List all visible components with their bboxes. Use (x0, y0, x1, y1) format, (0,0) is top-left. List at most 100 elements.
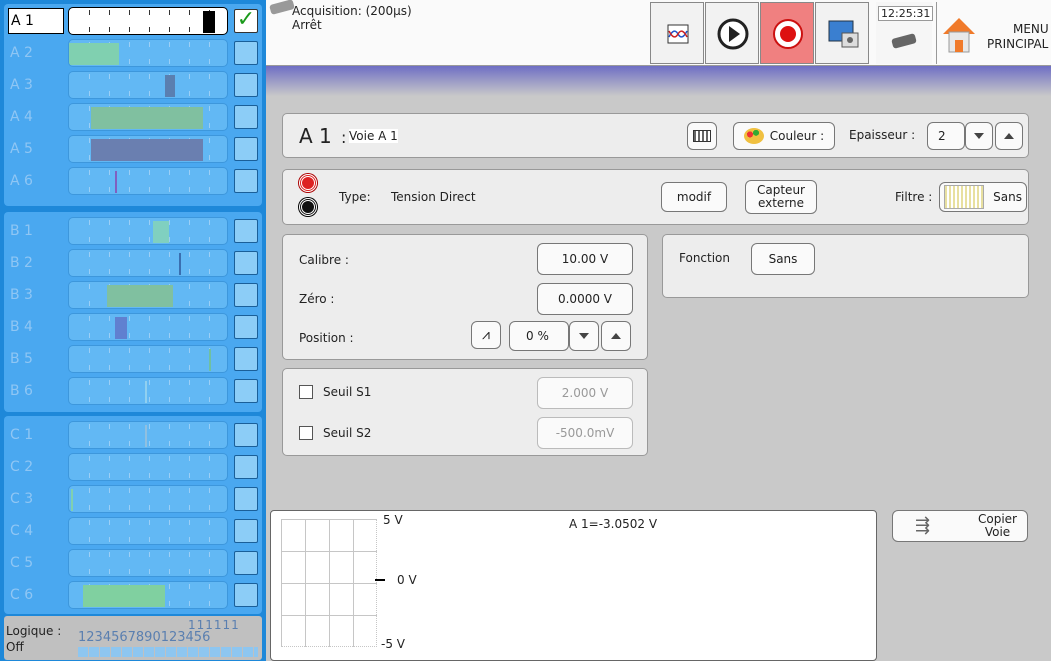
external-sensor-button[interactable]: Capteur externe (745, 180, 817, 214)
trace-tick (189, 601, 190, 606)
channel-row-a1[interactable]: A 1 ✓ (6, 6, 260, 36)
channel-enable-checkbox[interactable] (234, 519, 258, 543)
calibre-field[interactable]: 10.00 V (537, 243, 633, 275)
channel-enable-checkbox[interactable] (234, 455, 258, 479)
channel-trace-bar[interactable] (68, 103, 228, 131)
channel-enable-checkbox[interactable] (234, 105, 258, 129)
channel-row-a2[interactable]: A 2 (6, 38, 260, 68)
channel-trace-bar[interactable] (68, 249, 228, 277)
channel-label: A 2 (10, 45, 33, 61)
keyboard-button[interactable] (687, 122, 717, 150)
channel-enable-checkbox[interactable] (234, 251, 258, 275)
threshold-s1-checkbox[interactable] (299, 385, 313, 399)
color-button[interactable]: Couleur : (733, 122, 835, 150)
trace-tick (149, 237, 150, 242)
channel-row-c1[interactable]: C 1 (6, 420, 260, 450)
channel-trace-bar[interactable] (68, 7, 228, 35)
trace-tick (169, 397, 170, 402)
channel-trace-bar[interactable] (68, 167, 228, 195)
function-value: Sans (768, 252, 798, 266)
channel-trace-bar[interactable] (68, 421, 228, 449)
channel-trace-bar[interactable] (68, 581, 228, 609)
channel-enable-checkbox[interactable] (234, 41, 258, 65)
trace-tick (109, 187, 110, 192)
channel-row-c6[interactable]: C 6 (6, 580, 260, 610)
trace-tick (209, 170, 210, 175)
main-menu-button[interactable]: MENU PRINCIPAL (936, 2, 1051, 64)
channel-enable-checkbox[interactable] (234, 423, 258, 447)
position-up-button[interactable] (601, 321, 631, 351)
play-button[interactable] (705, 2, 759, 64)
channel-enable-checkbox[interactable]: ✓ (234, 9, 258, 33)
channel-trace-bar[interactable] (68, 485, 228, 513)
channel-row-a6[interactable]: A 6 (6, 166, 260, 196)
channel-enable-checkbox[interactable] (234, 315, 258, 339)
trace-tick (89, 316, 90, 321)
channel-trace-bar[interactable] (68, 313, 228, 341)
channel-row-b5[interactable]: B 5 (6, 344, 260, 374)
channel-trace-bar[interactable] (68, 517, 228, 545)
channel-row-a4[interactable]: A 4 (6, 102, 260, 132)
channel-enable-checkbox[interactable] (234, 379, 258, 403)
function-button[interactable]: Sans (751, 243, 815, 275)
copy-channel-button[interactable]: ⇶ Copier Voie (892, 510, 1028, 542)
channel-trace-bar[interactable] (68, 217, 228, 245)
channel-row-c3[interactable]: C 3 (6, 484, 260, 514)
channel-enable-checkbox[interactable] (234, 583, 258, 607)
channel-row-b4[interactable]: B 4 (6, 312, 260, 342)
channel-trace-bar[interactable] (68, 135, 228, 163)
channel-enable-checkbox[interactable] (234, 347, 258, 371)
modif-label: modif (676, 190, 712, 204)
channel-title-field[interactable]: Voie A 1 (349, 129, 398, 143)
channel-row-a5[interactable]: A 5 (6, 134, 260, 164)
channel-trace-bar[interactable] (68, 345, 228, 373)
trace-tick (149, 316, 150, 321)
position-auto-button[interactable]: ⩘ (471, 321, 501, 349)
thickness-up-button[interactable] (995, 122, 1023, 150)
position-field[interactable]: 0 % (509, 321, 569, 351)
channel-enable-checkbox[interactable] (234, 551, 258, 575)
trace-tick (129, 74, 130, 79)
modif-button[interactable]: modif (661, 182, 727, 212)
zero-field[interactable]: 0.0000 V (537, 283, 633, 315)
threshold-s2-checkbox[interactable] (299, 426, 313, 440)
channel-trace-bar[interactable] (68, 71, 228, 99)
channel-trace-bar[interactable] (68, 549, 228, 577)
channel-trace-bar[interactable] (68, 453, 228, 481)
position-down-button[interactable] (569, 321, 599, 351)
trace-tick (129, 42, 130, 47)
threshold-s1-field[interactable]: 2.000 V (537, 377, 633, 409)
channel-trace-bar[interactable] (68, 281, 228, 309)
channel-row-b3[interactable]: B 3 (6, 280, 260, 310)
acquisition-status: Arrêt (292, 18, 322, 32)
logic-state: Off (6, 640, 24, 654)
channel-row-b6[interactable]: B 6 (6, 376, 260, 406)
channel-enable-checkbox[interactable] (234, 487, 258, 511)
thickness-down-button[interactable] (965, 122, 993, 150)
thickness-field[interactable]: 2 (927, 122, 965, 150)
channel-trace-bar[interactable] (68, 377, 228, 405)
channel-enable-checkbox[interactable] (234, 169, 258, 193)
trace-tick (149, 520, 150, 525)
waveform-button[interactable] (650, 2, 704, 64)
channel-row-b2[interactable]: B 2 (6, 248, 260, 278)
record-button[interactable] (760, 2, 814, 64)
channel-row-a3[interactable]: A 3 (6, 70, 260, 100)
trace-tick (169, 473, 170, 478)
channel-row-c5[interactable]: C 5 (6, 548, 260, 578)
logic-panel[interactable]: Logique : Off 111111 1234567890123456 (4, 616, 262, 660)
trace-tick (109, 237, 110, 242)
trace-tick (209, 424, 210, 429)
channel-enable-checkbox[interactable] (234, 137, 258, 161)
channel-enable-checkbox[interactable] (234, 283, 258, 307)
threshold-s2-field[interactable]: -500.0mV (537, 417, 633, 449)
channel-row-c4[interactable]: C 4 (6, 516, 260, 546)
channel-trace-bar[interactable] (68, 39, 228, 67)
channel-row-b1[interactable]: B 1 (6, 216, 260, 246)
filter-button[interactable]: Sans (939, 182, 1027, 212)
channel-row-c2[interactable]: C 2 (6, 452, 260, 482)
external-sensor-label: Capteur externe (757, 183, 805, 210)
channel-enable-checkbox[interactable] (234, 73, 258, 97)
channel-enable-checkbox[interactable] (234, 219, 258, 243)
screenshot-button[interactable] (815, 2, 869, 64)
